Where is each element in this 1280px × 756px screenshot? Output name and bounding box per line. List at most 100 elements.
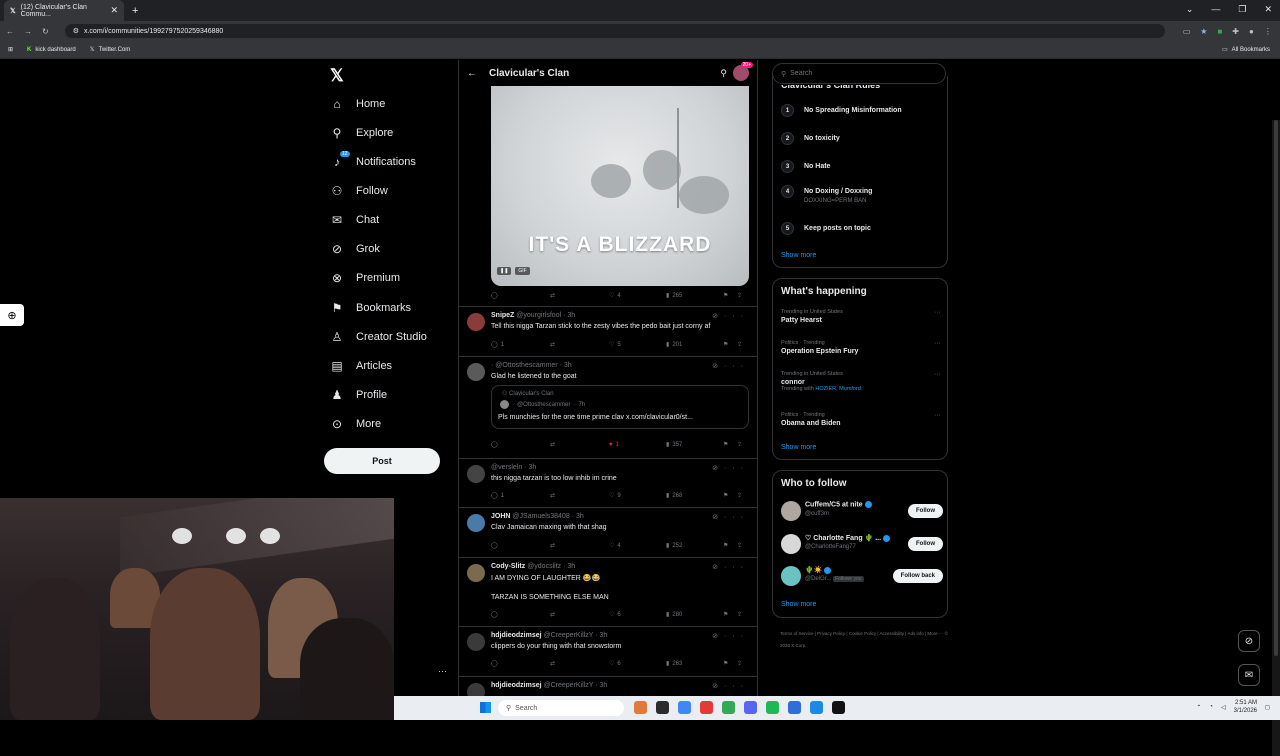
nav-bookmarks[interactable]: ⚑ Bookmarks xyxy=(330,300,411,316)
post-button[interactable]: Post xyxy=(324,448,440,474)
tweet[interactable]: Cody-Slitz @ydocslitz · 3h ⊘··· I AM DYI… xyxy=(459,557,757,626)
app-icon[interactable] xyxy=(700,701,713,714)
nav-grok[interactable]: ⊘ Grok xyxy=(330,241,380,257)
terminal-icon[interactable] xyxy=(832,701,845,714)
pause-icon[interactable]: ❚❚ xyxy=(497,267,512,275)
scrollbar-thumb[interactable] xyxy=(1274,120,1278,656)
tweet-menu-icon[interactable]: ⊘··· xyxy=(712,513,749,521)
share-button[interactable]: ⇪ xyxy=(737,341,742,348)
nav-notifications[interactable]: ♪ 12 Notifications xyxy=(330,151,416,170)
trend-item[interactable]: Politics · Trending ··· Operation Epstein … xyxy=(781,340,941,355)
grok-float-icon[interactable]: ⊘ xyxy=(1238,630,1260,652)
bookmark-button[interactable]: ⚑ xyxy=(723,441,737,448)
more-dots-icon[interactable]: ··· xyxy=(934,309,941,316)
repost-button[interactable]: ⇄ xyxy=(550,492,609,499)
bookmark-button[interactable]: ⚑ xyxy=(723,660,737,667)
bookmark-kick[interactable]: Kkick dashboard xyxy=(27,47,76,53)
views-button[interactable]: ▮ 357 xyxy=(666,441,723,449)
windows-start-icon[interactable] xyxy=(480,702,491,713)
tweet[interactable]: hdjdieodzimsej @CreeperKillzY · 3h ⊘··· … xyxy=(459,626,757,676)
share-button[interactable]: ⇪ xyxy=(737,660,742,667)
like-button[interactable]: ♡ 6 xyxy=(609,660,666,668)
all-bookmarks[interactable]: ▭ All Bookmarks xyxy=(1222,46,1270,54)
nav-chat[interactable]: ✉ Chat xyxy=(330,212,379,228)
follow-suggestion[interactable]: Cuffem/C5 at nite @cuff3m Follow xyxy=(781,499,943,525)
x-logo-icon[interactable]: 𝕏 xyxy=(330,66,344,86)
reply-button[interactable]: ◯ 1 xyxy=(491,341,550,349)
back-arrow-icon[interactable]: ← xyxy=(467,68,477,79)
trend-item[interactable]: Politics · Trending ··· Obama and Biden xyxy=(781,412,941,427)
bookmark-button[interactable]: ⚑ xyxy=(723,341,737,348)
views-button[interactable]: ▮ 268 xyxy=(666,492,723,500)
tweet[interactable]: @versleln · 3h ⊘··· this nigga tarzan is… xyxy=(459,458,757,507)
tweet[interactable]: · @Ottosthescammer · 3h ⊘··· Glad he lis… xyxy=(459,356,757,456)
nav-more[interactable]: ⊙ More xyxy=(330,416,381,432)
browser-tab[interactable]: 𝕏 (12) Clavicular's Clan Commu... ✕ xyxy=(4,0,124,21)
trend-item[interactable]: Trending in United States ··· connor Trendi… xyxy=(781,371,941,392)
more-dots-icon[interactable]: ··· xyxy=(934,340,941,347)
follow-suggestion[interactable]: ♡ Charlotte Fang 🌵 ... @CharlotteFang77 … xyxy=(781,532,943,558)
like-button[interactable]: ♡ 9 xyxy=(609,492,666,500)
views-button[interactable]: ▮ 263 xyxy=(666,660,723,668)
repost-button[interactable]: ⇄ xyxy=(550,611,609,618)
tweet-menu-icon[interactable]: ⊘··· xyxy=(712,682,749,690)
bookmark-button[interactable]: ⚑ xyxy=(723,611,737,618)
app-icon[interactable] xyxy=(788,701,801,714)
reply-button[interactable]: ◯ xyxy=(491,660,550,667)
like-button[interactable]: ♡ 4 xyxy=(609,292,666,300)
reply-button[interactable]: ◯ 1 xyxy=(491,492,550,500)
page-scrollbar[interactable] xyxy=(1272,120,1280,756)
avatar[interactable] xyxy=(467,564,485,582)
avatar[interactable] xyxy=(467,465,485,483)
nav-home[interactable]: ⌂ Home xyxy=(330,96,385,112)
apps-icon[interactable]: ⊞ xyxy=(8,46,13,53)
clock[interactable]: 2:51 AM 3/1/2026 xyxy=(1234,699,1257,715)
tweet-menu-icon[interactable]: ⊘··· xyxy=(712,563,749,571)
avatar[interactable] xyxy=(467,633,485,651)
reload-icon[interactable]: ↻ xyxy=(42,27,49,36)
more-dots-icon[interactable]: ··· xyxy=(934,371,941,378)
follow-suggestion[interactable]: 🌵☀️ @DelGr... Follows you Follow back xyxy=(781,564,943,590)
rules-show-more-link[interactable]: Show more xyxy=(781,252,816,259)
search-icon[interactable]: ⚲ xyxy=(720,68,727,79)
follow-back-button[interactable]: Follow back xyxy=(892,569,943,583)
repost-button[interactable]: ⇄ xyxy=(550,660,609,667)
reply-button[interactable]: ◯ xyxy=(491,542,550,549)
nav-explore[interactable]: ⚲ Explore xyxy=(330,125,394,141)
maximize-button[interactable]: ❐ xyxy=(1238,4,1246,15)
more-dots-icon[interactable]: ··· xyxy=(934,412,941,419)
reply-button[interactable]: ◯ xyxy=(491,292,550,299)
bookmark-twitter[interactable]: 𝕏 Twitter.Com xyxy=(90,46,131,54)
forward-icon[interactable]: → xyxy=(24,27,32,36)
tab-search-icon[interactable]: ⌄ xyxy=(1186,4,1194,15)
avatar[interactable] xyxy=(467,514,485,532)
app-icon[interactable] xyxy=(722,701,735,714)
trends-show-more-link[interactable]: Show more xyxy=(781,444,816,451)
views-button[interactable]: ▮ 280 xyxy=(666,611,723,619)
blizzard-gif[interactable]: IT'S A BLIZZARD ❚❚ GIF xyxy=(491,86,749,286)
account-menu-dots-icon[interactable]: ··· xyxy=(438,666,447,676)
tweet[interactable]: hdjdieodzimsej @CreeperKillzY · 3h ⊘··· xyxy=(459,676,757,696)
discord-icon[interactable] xyxy=(744,701,757,714)
notification-bell-icon[interactable]: ◻ xyxy=(1265,704,1270,711)
avatar[interactable] xyxy=(781,566,801,586)
repost-button[interactable]: ⇄ xyxy=(550,441,609,448)
views-button[interactable]: ▮ 265 xyxy=(666,292,723,300)
cast-icon[interactable]: ▭ xyxy=(1183,27,1191,36)
chrome-icon[interactable] xyxy=(678,701,691,714)
bookmark-button[interactable]: ⚑ xyxy=(723,492,737,499)
avatar[interactable] xyxy=(467,683,485,696)
tweet-menu-icon[interactable]: ⊘··· xyxy=(712,312,749,320)
puzzle-icon[interactable]: ✚ xyxy=(1232,27,1239,36)
share-button[interactable]: ⇪ xyxy=(737,542,742,549)
taskbar-search[interactable]: ⚲ Search xyxy=(498,700,624,716)
extension-icon[interactable]: ■ xyxy=(1217,27,1222,36)
share-button[interactable]: ⇪ xyxy=(737,292,742,299)
menu-icon[interactable]: ⋮ xyxy=(1264,27,1272,36)
views-button[interactable]: ▮ 201 xyxy=(666,341,723,349)
app-icon[interactable] xyxy=(810,701,823,714)
nav-creator-studio[interactable]: ♙ Creator Studio xyxy=(330,329,427,345)
avatar[interactable] xyxy=(467,313,485,331)
share-button[interactable]: ⇪ xyxy=(737,611,742,618)
bookmark-button[interactable]: ⚑ xyxy=(723,542,737,549)
